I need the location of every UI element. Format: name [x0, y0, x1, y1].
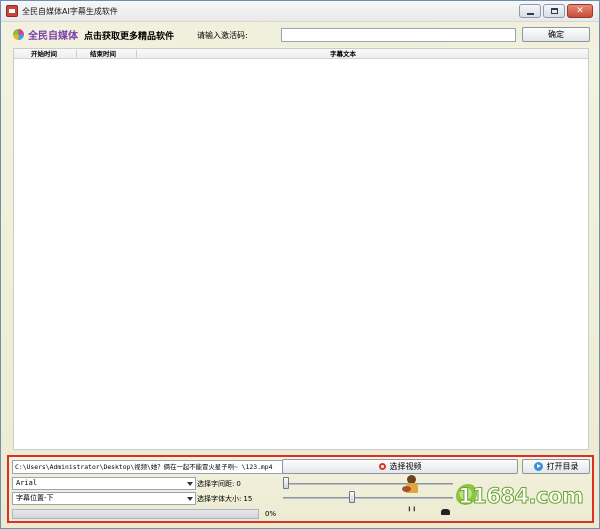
logo-icon: [13, 28, 26, 41]
promo-link[interactable]: 点击获取更多精品软件: [84, 29, 174, 42]
slider-thumb[interactable]: [283, 477, 289, 489]
font-select-value: Arial: [16, 479, 38, 487]
mascot-legs: ╹╹: [407, 507, 417, 516]
window-title: 全民自媒体AI字幕生成软件: [22, 7, 118, 16]
watermark-text: 11684.com: [457, 484, 584, 509]
maximize-button[interactable]: [543, 4, 565, 18]
minimize-button[interactable]: [519, 4, 541, 18]
confirm-button[interactable]: 确定: [522, 27, 590, 42]
confirm-button-label: 确定: [548, 30, 564, 39]
table-header: 开始时间 结束时间 字幕文本: [14, 49, 588, 59]
activation-code-label: 请输入激活码:: [197, 31, 248, 40]
column-divider[interactable]: [136, 50, 137, 58]
letter-spacing-slider[interactable]: [283, 477, 453, 490]
open-directory-label: 打开目录: [546, 462, 579, 471]
window-controls: ✕: [519, 4, 593, 18]
activation-code-input[interactable]: [281, 28, 516, 42]
cat-icon: [441, 509, 450, 515]
column-header-subtitle-text[interactable]: 字幕文本: [330, 49, 356, 59]
dropdown-arrow-icon: [187, 482, 193, 486]
guitar-girl-illustration: [402, 475, 422, 495]
subtitle-position-value: 字幕位置-下: [16, 494, 54, 502]
slider-thumb[interactable]: [348, 491, 355, 503]
slider-track[interactable]: [283, 497, 453, 499]
dropdown-arrow-icon: [187, 497, 193, 501]
letter-spacing-label: 选择字间距: 0: [197, 479, 241, 489]
font-size-label: 选择字体大小: 15: [197, 494, 252, 504]
letter-spacing-value: 0: [236, 480, 241, 488]
site-watermark: 11684.com: [456, 482, 600, 512]
font-select[interactable]: Arial: [12, 477, 196, 490]
column-header-start-time[interactable]: 开始时间: [31, 49, 57, 59]
font-size-value: 15: [243, 495, 253, 503]
subtitle-table[interactable]: 开始时间 结束时间 字幕文本: [13, 48, 589, 450]
subtitle-position-select[interactable]: 字幕位置-下: [12, 492, 196, 505]
title-bar: 全民自媒体AI字幕生成软件 ✕: [1, 1, 599, 22]
guitar-icon: [402, 486, 411, 492]
column-divider[interactable]: [76, 50, 77, 58]
maximize-icon: [551, 8, 558, 14]
play-icon: [533, 462, 543, 471]
close-button[interactable]: ✕: [567, 4, 593, 18]
app-icon: [6, 5, 18, 17]
progress-percent: 0%: [265, 510, 277, 518]
select-video-label: 选择视频: [389, 462, 422, 471]
open-directory-button[interactable]: 打开目录: [522, 459, 590, 474]
column-header-end-time[interactable]: 结束时间: [90, 49, 116, 59]
slider-track[interactable]: [283, 483, 453, 485]
video-path-field[interactable]: C:\Users\Administrator\Desktop\视频\她？俩在一起…: [12, 460, 283, 474]
close-icon: ✕: [576, 6, 584, 16]
record-icon: [378, 463, 386, 470]
select-video-button[interactable]: 选择视频: [282, 459, 518, 474]
letter-spacing-label-text: 选择字间距:: [197, 480, 235, 488]
main-window: 全民自媒体AI字幕生成软件 ✕ 全民自媒体 点击获取更多精品软件 请输入激活码:…: [0, 0, 600, 529]
progress-bar: [12, 509, 259, 519]
font-size-label-text: 选择字体大小:: [197, 495, 242, 503]
font-size-slider[interactable]: [283, 491, 453, 504]
top-bar: 全民自媒体 点击获取更多精品软件 请输入激活码: 确定: [2, 22, 599, 47]
minimize-icon: [527, 13, 534, 15]
logo: 全民自媒体: [13, 27, 78, 42]
logo-text: 全民自媒体: [28, 31, 78, 42]
